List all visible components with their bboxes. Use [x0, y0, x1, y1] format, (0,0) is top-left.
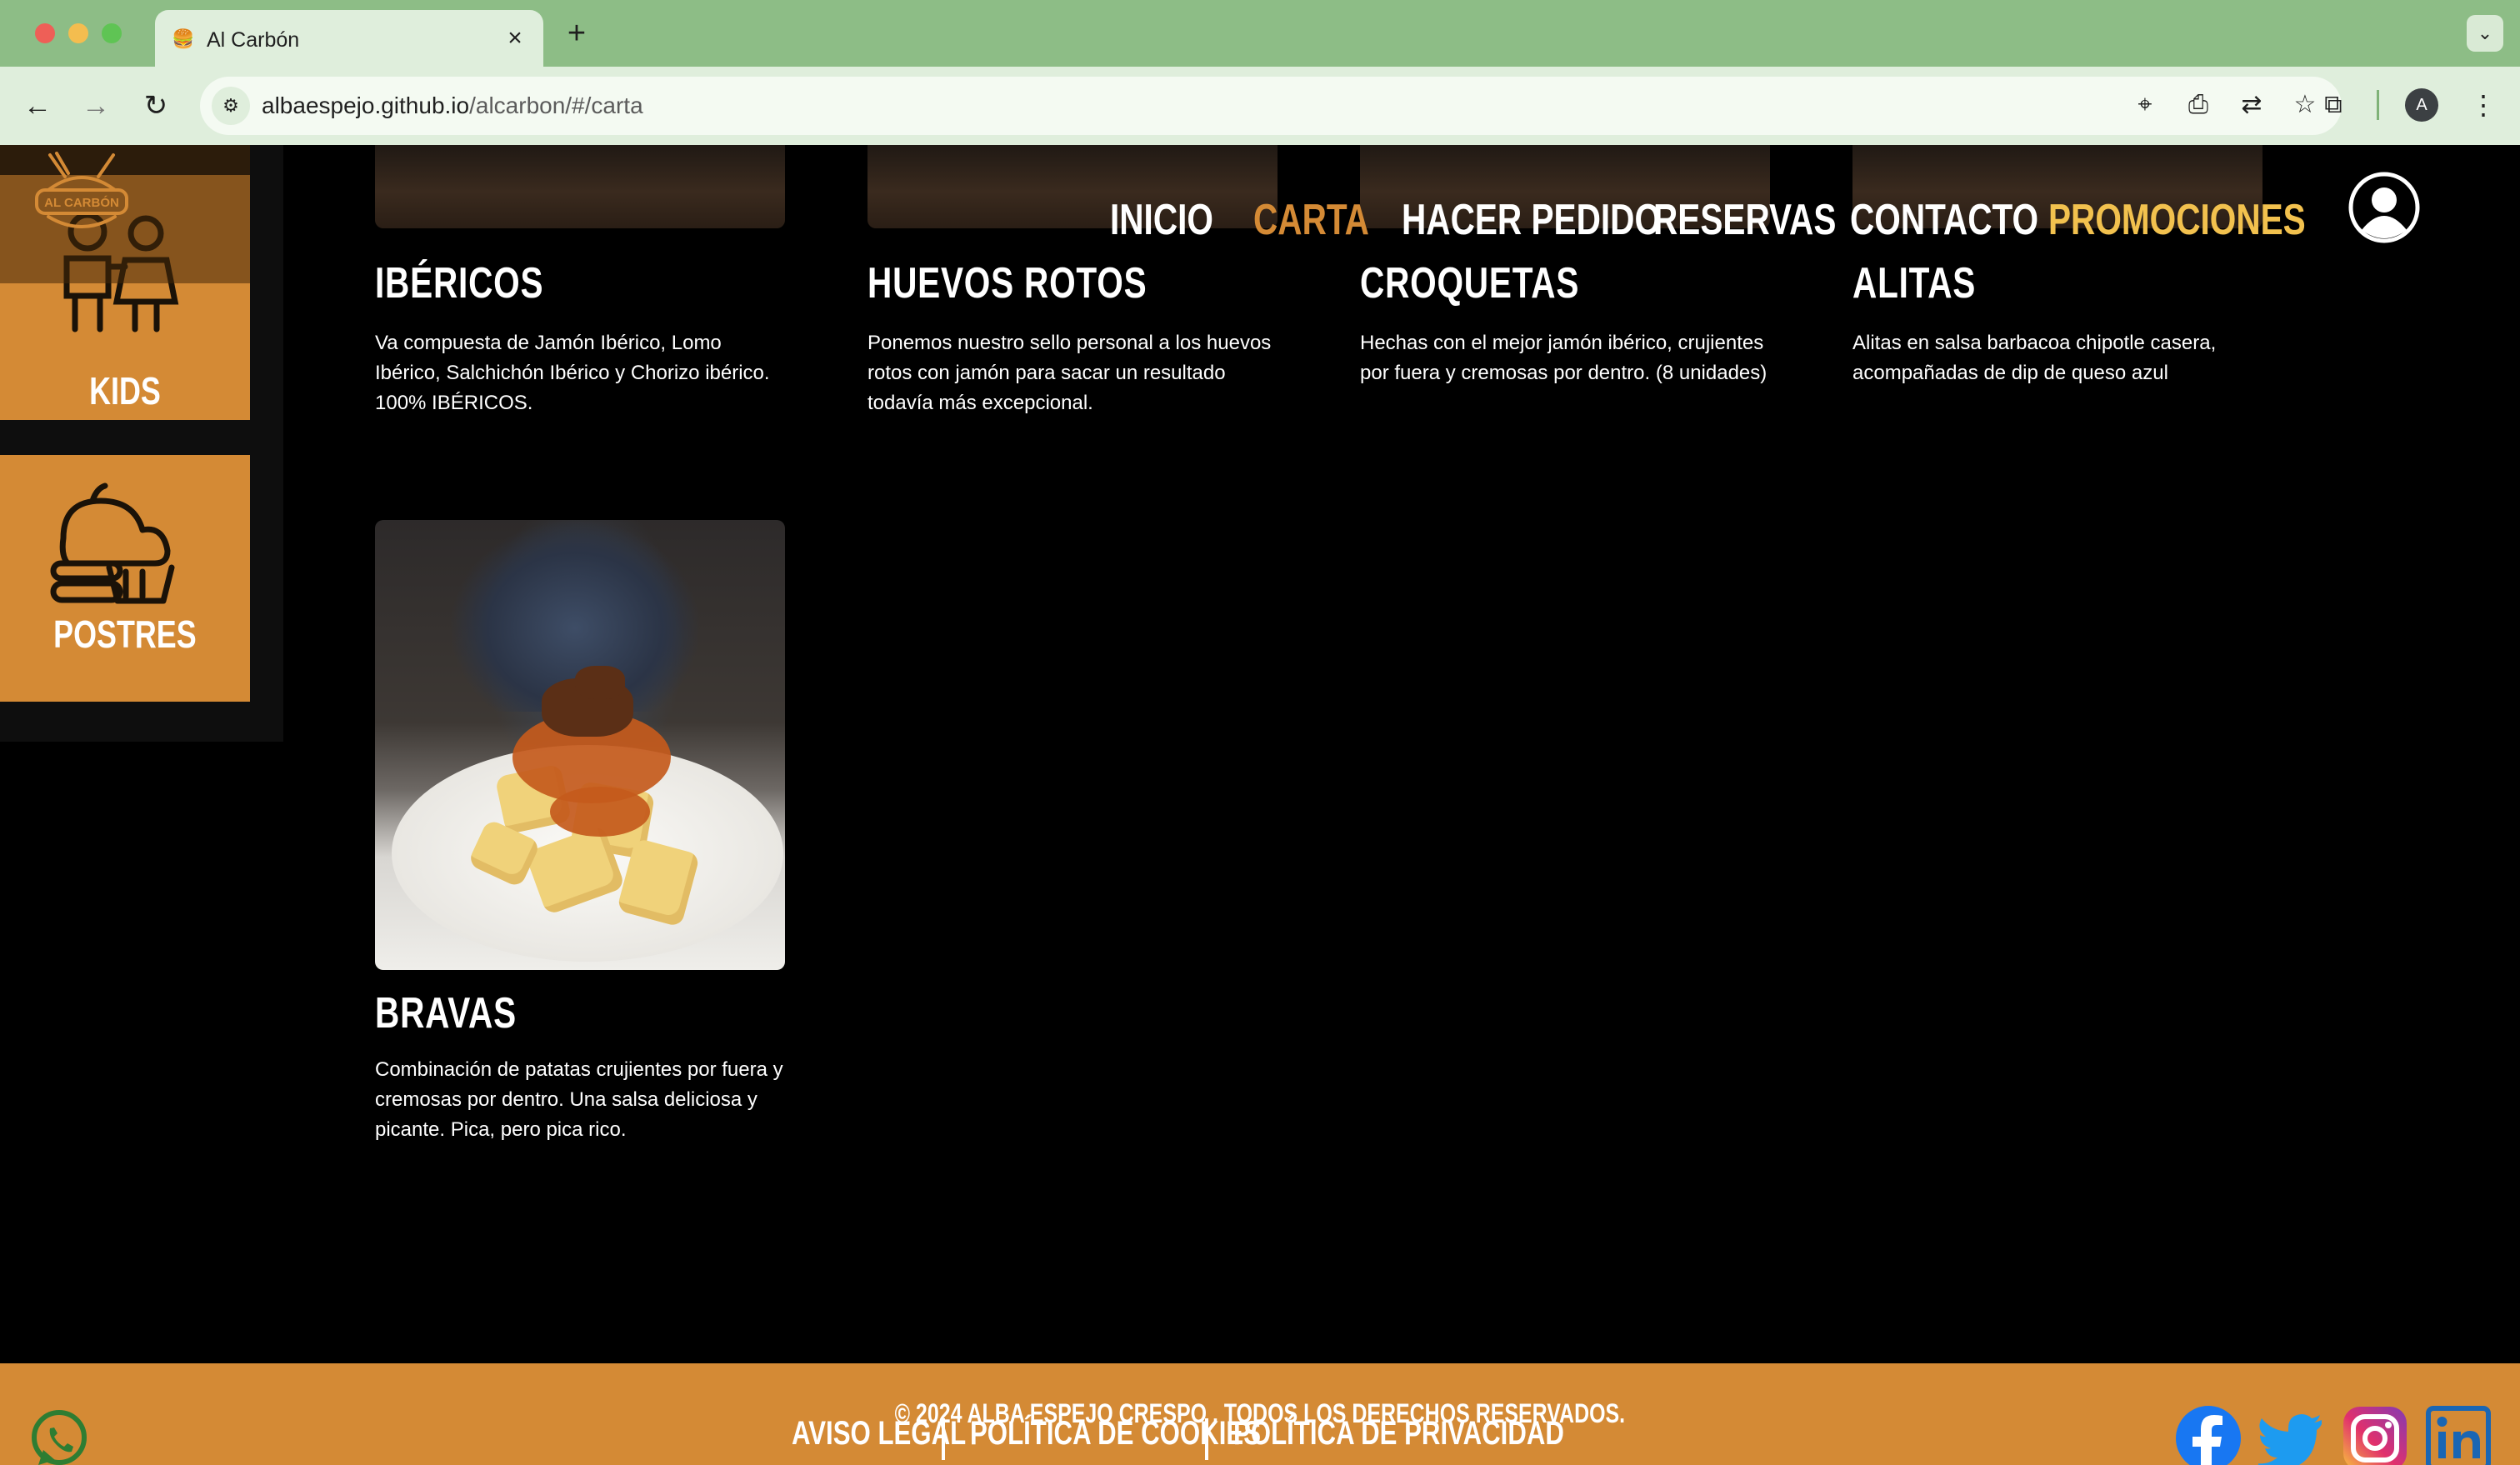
dish-title: HUEVOS ROTOS: [868, 259, 1148, 308]
svg-text:AL CARBÓN: AL CARBÓN: [44, 195, 119, 210]
back-button[interactable]: ←: [18, 87, 57, 125]
nav-promociones[interactable]: PROMOCIONES: [2048, 195, 2378, 245]
dish-photo: [375, 520, 785, 970]
category-postres[interactable]: POSTRES: [0, 455, 250, 702]
maximize-window-button[interactable]: [102, 23, 122, 43]
dish-photo: [375, 145, 785, 228]
cupcake-icon: [50, 482, 175, 604]
extensions-icon[interactable]: ⧉: [2315, 87, 2352, 123]
new-tab-button[interactable]: +: [560, 17, 593, 50]
dish-description: Combinación de patatas crujientes por fu…: [375, 1058, 783, 1141]
address-bar[interactable]: ⚙ albaespejo.github.io/alcarbon/#/carta …: [200, 77, 2342, 135]
nav-inicio[interactable]: INICIO: [1110, 195, 1242, 245]
burger-icon: 🍔: [172, 28, 195, 49]
dish-description: Hechas con el mejor jamón ibérico, cruji…: [1360, 332, 1768, 384]
browser-tab-strip: 🍔 Al Carbón × + ⌄: [0, 0, 2520, 67]
site-settings-icon[interactable]: ⚙: [212, 87, 250, 125]
forward-button[interactable]: →: [77, 87, 115, 125]
url-host: albaespejo.github.io: [262, 92, 470, 118]
reload-button[interactable]: ↻: [137, 87, 175, 125]
profile-avatar[interactable]: A: [2405, 88, 2438, 122]
copyright-text: © 2024 ALBA ESPEJO CRESPO . TODOS LOS DE…: [894, 1398, 1626, 1428]
nav-carta[interactable]: CARTA: [1253, 195, 1402, 245]
category-sidebar: KIDS POSTRES AL CARBÓN: [0, 145, 283, 742]
minimize-window-button[interactable]: [68, 23, 88, 43]
url-path: /alcarbon/#/carta: [469, 92, 643, 118]
install-app-icon[interactable]: ⎙: [2182, 88, 2215, 122]
page-viewport: IBÉRICOS Va compuesta de Jamón Ibérico, …: [0, 145, 2520, 1465]
category-label: KIDS: [89, 369, 161, 412]
url-text[interactable]: albaespejo.github.io/alcarbon/#/carta: [262, 92, 643, 119]
al-carbon-logo[interactable]: AL CARBÓN: [32, 148, 132, 248]
dish-title: BRAVAS: [375, 989, 517, 1038]
dish-description: Ponemos nuestro sello personal a los hue…: [868, 332, 1272, 414]
dish-title: ALITAS: [1852, 259, 1977, 308]
location-pin-icon[interactable]: ⌖: [2128, 88, 2162, 122]
dish-description: Alitas en salsa barbacoa chipotle casera…: [1852, 332, 2217, 384]
close-tab-icon[interactable]: ×: [502, 25, 528, 52]
tab-search-button[interactable]: ⌄: [2467, 15, 2503, 52]
browser-toolbar: ← → ↻ ⚙ albaespejo.github.io/alcarbon/#/…: [0, 67, 2520, 145]
dish-description: Va compuesta de Jamón Ibérico, Lomo Ibér…: [375, 332, 770, 414]
category-label: POSTRES: [53, 612, 197, 656]
browser-menu-icon[interactable]: ⋮: [2467, 87, 2500, 123]
dish-title: IBÉRICOS: [375, 259, 544, 308]
toolbar-divider: [2377, 90, 2379, 120]
close-window-button[interactable]: [35, 23, 55, 43]
user-account-icon[interactable]: [2348, 172, 2420, 243]
dish-title: CROQUETAS: [1360, 259, 1580, 308]
tab-title: Al Carbón: [207, 28, 300, 52]
browser-tab[interactable]: 🍔 Al Carbón ×: [155, 10, 543, 67]
translate-icon[interactable]: ⇄: [2235, 88, 2268, 122]
